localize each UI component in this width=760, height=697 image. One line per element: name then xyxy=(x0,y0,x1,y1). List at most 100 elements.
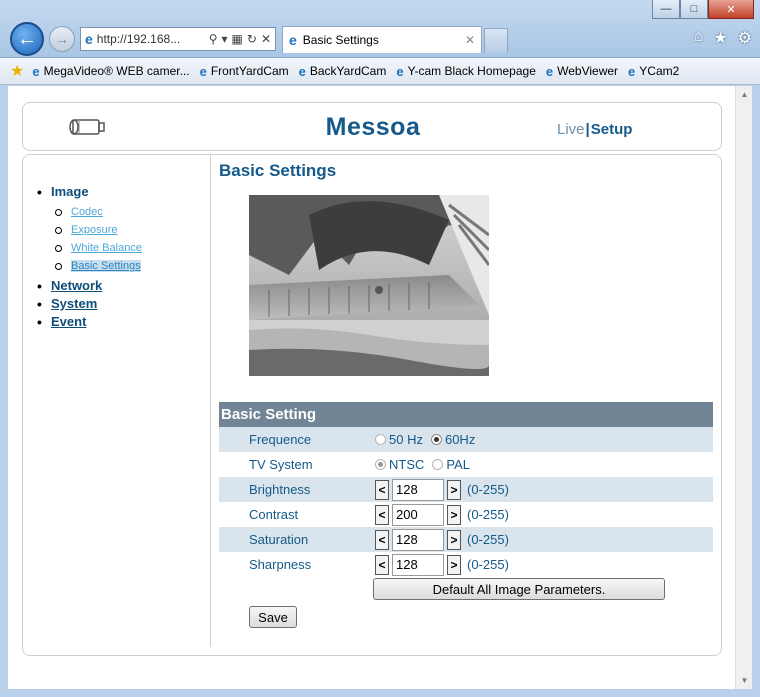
close-window-icon[interactable]: ✕ xyxy=(708,0,754,19)
sidebar-event-link[interactable]: Event xyxy=(51,314,86,329)
ie-fav-icon: e xyxy=(199,63,207,79)
saturation-label: Saturation xyxy=(249,532,309,547)
sidebar-item-network: Network xyxy=(37,277,142,295)
favorite-item[interactable]: e YCam2 xyxy=(628,64,679,79)
vertical-scrollbar[interactable]: ▲ ▼ xyxy=(735,86,752,689)
favorites-add-icon[interactable]: ★ xyxy=(10,61,24,81)
sharpness-label: Sharpness xyxy=(249,557,312,572)
sidebar-item-image-label: Image xyxy=(51,184,89,199)
tv-system-ntsc-radio xyxy=(375,459,386,470)
submenu-exposure-link[interactable]: Exposure xyxy=(71,224,117,236)
tab-title: Basic Settings xyxy=(302,33,379,47)
saturation-increase-button[interactable]: > xyxy=(447,529,461,550)
sidebar-system-link[interactable]: System xyxy=(51,296,97,311)
contrast-control: < 200 > (0-255) xyxy=(375,503,509,526)
frequence-control: 50 Hz 60Hz xyxy=(375,432,480,447)
default-parameters-button[interactable]: Default All Image Parameters. xyxy=(373,578,665,600)
camera-preview-image xyxy=(249,195,489,376)
favorites-bar: ★ e MegaVideo® WEB camer... e FrontYardCam… xyxy=(0,58,760,85)
sharpness-decrease-button[interactable]: < xyxy=(375,554,389,575)
favorite-item[interactable]: e FrontYardCam xyxy=(200,64,289,79)
contrast-increase-button[interactable]: > xyxy=(447,504,461,525)
forward-button[interactable]: → xyxy=(49,26,75,52)
maximize-icon[interactable]: □ xyxy=(680,0,708,19)
minimize-icon[interactable]: — xyxy=(652,0,680,19)
submenu-basic-settings-link[interactable]: Basic Settings xyxy=(71,260,141,272)
ie-fav-icon: e xyxy=(298,63,306,79)
favorite-item[interactable]: e BackYardCam xyxy=(299,64,387,79)
save-button[interactable]: Save xyxy=(249,606,297,628)
frequence-50hz-label: 50 Hz xyxy=(389,432,423,447)
sharpness-input[interactable]: 128 xyxy=(392,553,444,576)
contrast-row: Contrast < 200 > (0-255) xyxy=(219,502,713,527)
frequence-50hz-radio[interactable] xyxy=(375,434,386,445)
page-title: Basic Settings xyxy=(219,161,337,180)
browser-tools: ⌂ ★ ⚙ xyxy=(694,28,752,48)
window-controls: — □ ✕ xyxy=(652,0,754,19)
submenu-item: Basic Settings xyxy=(51,257,142,275)
sidebar-network-link[interactable]: Network xyxy=(51,278,102,293)
sharpness-row: Sharpness < 128 > (0-255) xyxy=(219,552,713,577)
refresh-icon[interactable]: ↻ xyxy=(247,32,257,46)
home-icon[interactable]: ⌂ xyxy=(694,28,704,48)
image-submenu: Codec Exposure White Balance Basic Setti… xyxy=(51,203,142,275)
submenu-white-balance-link[interactable]: White Balance xyxy=(71,242,142,254)
favorite-item[interactable]: e Y-cam Black Homepage xyxy=(396,64,536,79)
contrast-range: (0-255) xyxy=(467,507,509,522)
favorite-item[interactable]: e MegaVideo® WEB camer... xyxy=(32,64,189,79)
browser-tab[interactable]: e Basic Settings ✕ xyxy=(282,26,482,53)
saturation-input[interactable]: 128 xyxy=(392,528,444,551)
contrast-label: Contrast xyxy=(249,507,299,522)
tv-system-control: NTSC PAL xyxy=(375,457,475,472)
tv-system-pal-radio xyxy=(432,459,444,470)
sidebar-menu: Image Codec Exposure White Balance Basic… xyxy=(37,183,142,331)
page-viewport: Messoa Live|Setup Image Codec Exposure W… xyxy=(8,86,735,689)
brightness-decrease-button[interactable]: < xyxy=(375,479,389,500)
favorites-star-icon[interactable]: ★ xyxy=(713,28,727,48)
scroll-up-icon[interactable]: ▲ xyxy=(736,86,753,103)
sharpness-control: < 128 > (0-255) xyxy=(375,553,509,576)
new-tab-button[interactable] xyxy=(484,28,508,53)
back-button[interactable]: ← xyxy=(10,22,44,56)
ie-fav-icon: e xyxy=(396,63,404,79)
submenu-codec-link[interactable]: Codec xyxy=(71,206,103,218)
nav-setup-link[interactable]: Setup xyxy=(591,121,633,138)
section-header: Basic Setting xyxy=(219,402,713,427)
brightness-row: Brightness < 128 > (0-255) xyxy=(219,477,713,502)
contrast-input[interactable]: 200 xyxy=(392,503,444,526)
submenu-item: Codec xyxy=(51,203,142,221)
dropdown-icon[interactable]: ▾ xyxy=(222,32,228,46)
tv-system-pal-label: PAL xyxy=(446,457,470,472)
sidebar: Image Codec Exposure White Balance Basic… xyxy=(23,155,211,647)
stop-icon[interactable]: ✕ xyxy=(261,32,271,46)
sharpness-increase-button[interactable]: > xyxy=(447,554,461,575)
frequence-60hz-radio[interactable] xyxy=(430,434,442,445)
browser-titlebar: — □ ✕ ← → e http://192.168... ⚲ ▾ ▦ ↻ ✕ … xyxy=(0,0,760,58)
gear-icon[interactable]: ⚙ xyxy=(738,28,752,48)
search-icon[interactable]: ⚲ xyxy=(209,32,218,46)
frequence-row: Frequence 50 Hz 60Hz xyxy=(219,427,713,452)
compat-view-icon[interactable]: ▦ xyxy=(232,32,243,46)
sidebar-item-image: Image Codec Exposure White Balance Basic… xyxy=(37,183,142,275)
window-frame-right xyxy=(752,86,760,697)
nav-live-link[interactable]: Live xyxy=(557,121,585,138)
tv-system-ntsc-label: NTSC xyxy=(389,457,425,472)
address-url[interactable]: http://192.168... xyxy=(97,32,205,46)
contrast-decrease-button[interactable]: < xyxy=(375,504,389,525)
sidebar-item-system: System xyxy=(37,295,142,313)
page-body: Image Codec Exposure White Balance Basic… xyxy=(22,154,722,656)
ie-fav-icon: e xyxy=(32,63,40,79)
brightness-increase-button[interactable]: > xyxy=(447,479,461,500)
address-bar[interactable]: e http://192.168... ⚲ ▾ ▦ ↻ ✕ xyxy=(80,27,276,51)
scroll-down-icon[interactable]: ▼ xyxy=(736,672,753,689)
ie-fav-icon: e xyxy=(545,63,554,79)
brightness-input[interactable]: 128 xyxy=(392,478,444,501)
sidebar-item-event: Event xyxy=(37,313,142,331)
favorite-item[interactable]: e WebViewer xyxy=(546,64,618,79)
submenu-item: Exposure xyxy=(51,221,142,239)
ie-tab-icon: e xyxy=(289,32,297,48)
frequence-60hz-label: 60Hz xyxy=(444,432,476,447)
saturation-decrease-button[interactable]: < xyxy=(375,529,389,550)
sharpness-range: (0-255) xyxy=(467,557,509,572)
tab-close-icon[interactable]: ✕ xyxy=(465,33,475,47)
